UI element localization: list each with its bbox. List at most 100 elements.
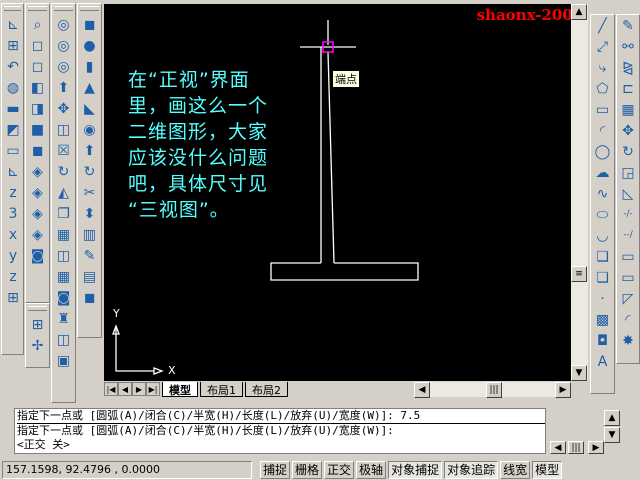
apply-ucs-icon[interactable]: ⊞ bbox=[2, 287, 24, 308]
chamfer-icon[interactable]: ◸ bbox=[617, 288, 639, 309]
cmd-scroll-right[interactable]: ▶ bbox=[588, 441, 604, 454]
box-icon[interactable]: ◼ bbox=[79, 14, 101, 35]
cmd-scroll-thumb[interactable]: ||| bbox=[568, 441, 584, 454]
top-view-icon[interactable]: ◻ bbox=[27, 35, 49, 56]
back-view-icon[interactable]: ◼ bbox=[27, 140, 49, 161]
toolbar-grip[interactable] bbox=[54, 6, 73, 11]
copy-faces-icon[interactable]: ❐ bbox=[53, 203, 75, 224]
cone-icon[interactable]: ▲ bbox=[79, 77, 101, 98]
setup-drawing-icon[interactable]: ✎ bbox=[79, 245, 101, 266]
named-views-icon[interactable]: ⌕ bbox=[27, 14, 49, 35]
delete-faces-icon[interactable]: ☒ bbox=[53, 140, 75, 161]
prev-tab-button[interactable]: ◀ bbox=[118, 382, 132, 396]
scroll-thumb[interactable]: ||| bbox=[486, 382, 502, 398]
tab-layout1[interactable]: 布局1 bbox=[200, 381, 243, 397]
move-icon[interactable]: ✥ bbox=[617, 120, 639, 141]
polygon-icon[interactable]: ⬠ bbox=[592, 78, 614, 99]
section-icon[interactable]: ⬍ bbox=[79, 203, 101, 224]
vertical-scrollbar[interactable]: ▲ ≡ ▼ bbox=[571, 4, 588, 381]
toolbar-grip[interactable] bbox=[4, 6, 21, 11]
torus-icon[interactable]: ◉ bbox=[79, 119, 101, 140]
wedge-icon[interactable]: ◣ bbox=[79, 98, 101, 119]
construction-line-icon[interactable]: ⤢ bbox=[592, 36, 614, 57]
last-tab-button[interactable]: ▶| bbox=[146, 382, 160, 396]
explode-icon[interactable]: ✸ bbox=[617, 330, 639, 351]
front-view-icon[interactable]: ■ bbox=[27, 119, 49, 140]
ellipse-arc-icon[interactable]: ◡ bbox=[592, 225, 614, 246]
arc-icon[interactable]: ◜ bbox=[592, 120, 614, 141]
next-tab-button[interactable]: ▶ bbox=[132, 382, 146, 396]
break-at-point-icon[interactable]: ▭ bbox=[617, 246, 639, 267]
move-faces-icon[interactable]: ✥ bbox=[53, 98, 75, 119]
multiline-text-icon[interactable]: A bbox=[592, 351, 614, 372]
revision-cloud-icon[interactable]: ☁ bbox=[592, 162, 614, 183]
insert-block-icon[interactable]: ❏ bbox=[592, 246, 614, 267]
left-view-icon[interactable]: ◧ bbox=[27, 77, 49, 98]
status-toggle-5[interactable]: 对象追踪 bbox=[444, 461, 499, 479]
subtract-icon[interactable]: ◎ bbox=[53, 35, 75, 56]
rotate-faces-icon[interactable]: ↻ bbox=[53, 161, 75, 182]
status-toggle-2[interactable]: 正交 bbox=[324, 461, 355, 479]
imprint-icon[interactable]: ◙ bbox=[53, 287, 75, 308]
taper-faces-icon[interactable]: ◭ bbox=[53, 182, 75, 203]
clean-icon[interactable]: ♜ bbox=[53, 308, 75, 329]
offset-faces-icon[interactable]: ◫ bbox=[53, 119, 75, 140]
ucs-previous-icon[interactable]: ↶ bbox=[2, 56, 24, 77]
setup-profile-icon[interactable]: ◼ bbox=[79, 287, 101, 308]
rectangle-icon[interactable]: ▭ bbox=[592, 99, 614, 120]
right-view-icon[interactable]: ◨ bbox=[27, 98, 49, 119]
tab-model[interactable]: 模型 bbox=[162, 381, 198, 397]
polyline-icon[interactable]: ⤷ bbox=[592, 57, 614, 78]
tab-layout2[interactable]: 布局2 bbox=[245, 381, 288, 397]
scroll-thumb[interactable]: ≡ bbox=[571, 266, 587, 282]
revolve-icon[interactable]: ↻ bbox=[79, 161, 101, 182]
se-iso-view-icon[interactable]: ◈ bbox=[27, 182, 49, 203]
cmd-scroll-down[interactable]: ▼ bbox=[604, 427, 620, 443]
stretch-icon[interactable]: ◺ bbox=[617, 183, 639, 204]
scroll-left-button[interactable]: ◀ bbox=[414, 382, 430, 398]
rotate-icon[interactable]: ↻ bbox=[617, 141, 639, 162]
extrude-icon[interactable]: ⬆ bbox=[79, 140, 101, 161]
copy-edges-icon[interactable]: ◫ bbox=[53, 245, 75, 266]
color-faces-icon[interactable]: ▦ bbox=[53, 224, 75, 245]
toolbar-grip[interactable] bbox=[28, 6, 47, 11]
fillet-icon[interactable]: ◜ bbox=[617, 309, 639, 330]
scroll-up-button[interactable]: ▲ bbox=[571, 4, 587, 20]
setup-view-icon[interactable]: ▤ bbox=[79, 266, 101, 287]
erase-icon[interactable]: ✎ bbox=[617, 15, 639, 36]
status-toggle-3[interactable]: 极轴 bbox=[356, 461, 387, 479]
view-ucs-icon[interactable]: ▭ bbox=[2, 140, 24, 161]
copy-icon[interactable]: ⚯ bbox=[617, 36, 639, 57]
x-rotate-ucs-icon[interactable]: x bbox=[2, 224, 24, 245]
command-scrollbar[interactable]: ▲ ▼ ◀ ||| ▶ bbox=[548, 408, 638, 454]
status-toggle-6[interactable]: 线宽 bbox=[500, 461, 531, 479]
world-ucs-icon[interactable]: ◍ bbox=[2, 77, 24, 98]
horizontal-scrollbar[interactable]: ◀ ||| ▶ bbox=[414, 382, 571, 398]
sw-iso-view-icon[interactable]: ◈ bbox=[27, 161, 49, 182]
array-icon[interactable]: ▦ bbox=[617, 99, 639, 120]
nw-iso-view-icon[interactable]: ◈ bbox=[27, 224, 49, 245]
circle-icon[interactable]: ◯ bbox=[592, 141, 614, 162]
toolbar-grip[interactable] bbox=[80, 6, 99, 11]
origin-ucs-icon[interactable]: ⊾ bbox=[2, 161, 24, 182]
camera-icon[interactable]: ◙ bbox=[27, 245, 49, 266]
cylinder-icon[interactable]: ▮ bbox=[79, 56, 101, 77]
z-rotate-ucs-icon[interactable]: z bbox=[2, 266, 24, 287]
offset-icon[interactable]: ⊏ bbox=[617, 78, 639, 99]
drawing-canvas[interactable]: shaonx-2008-1-28 Y X 在“正视”界面里，画这么一个二维图形，… bbox=[104, 4, 571, 381]
status-toggle-0[interactable]: 捕捉 bbox=[260, 461, 291, 479]
line-icon[interactable]: ╱ bbox=[592, 15, 614, 36]
named-ucs-icon[interactable]: ⊞ bbox=[27, 314, 49, 335]
extend-icon[interactable]: --/ bbox=[617, 225, 639, 246]
coordinates-readout[interactable]: 157.1598, 92.4796 , 0.0000 bbox=[2, 461, 252, 479]
interfere-icon[interactable]: ▥ bbox=[79, 224, 101, 245]
bottom-view-icon[interactable]: ◻ bbox=[27, 56, 49, 77]
color-edges-icon[interactable]: ▦ bbox=[53, 266, 75, 287]
display-ucs-dialog-icon[interactable]: ⊞ bbox=[2, 35, 24, 56]
status-toggle-1[interactable]: 栅格 bbox=[292, 461, 323, 479]
trim-icon[interactable]: -/- bbox=[617, 204, 639, 225]
command-window[interactable]: 指定下一点或 [圆弧(A)/闭合(C)/半宽(H)/长度(L)/放弃(U)/宽度… bbox=[14, 408, 546, 454]
union-icon[interactable]: ◎ bbox=[53, 14, 75, 35]
scroll-down-button[interactable]: ▼ bbox=[571, 365, 587, 381]
scroll-right-button[interactable]: ▶ bbox=[555, 382, 571, 398]
